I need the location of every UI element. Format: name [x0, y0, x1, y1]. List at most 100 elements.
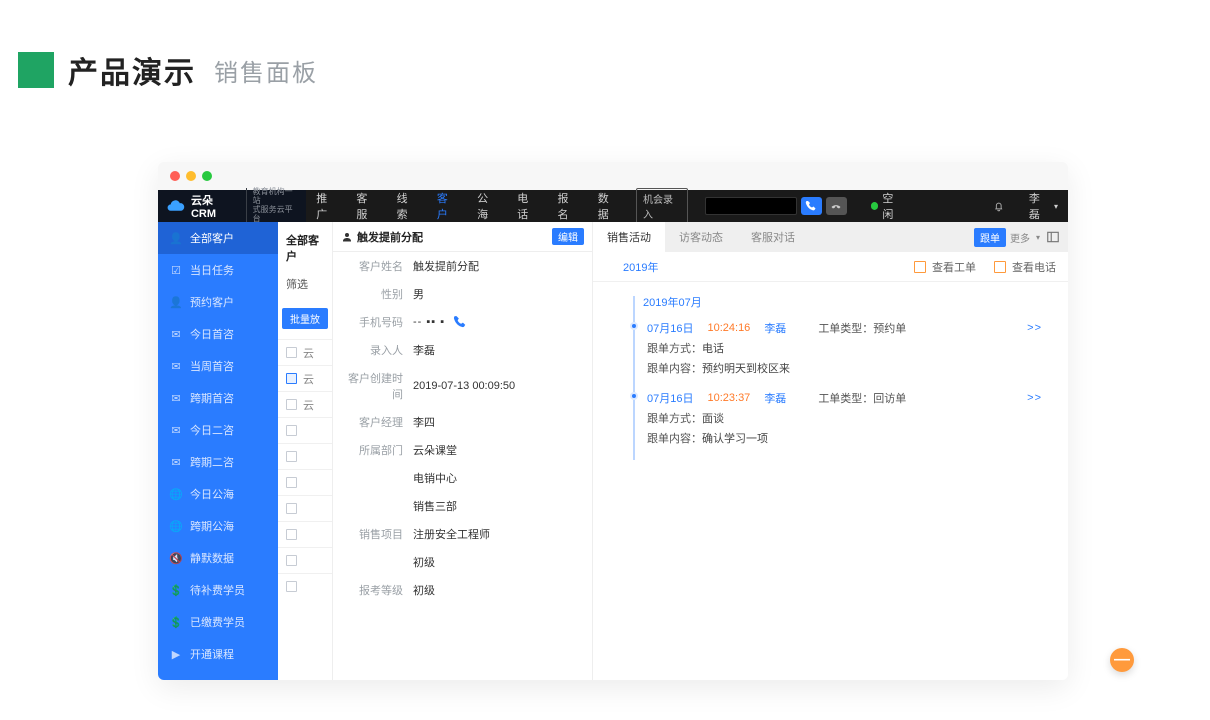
detail-title: 触发提前分配: [357, 229, 552, 245]
year-label[interactable]: 2019年: [623, 259, 658, 275]
sidebar-item-1[interactable]: ☑当日任务: [158, 254, 278, 286]
opportunity-button[interactable]: 机会录入: [636, 188, 688, 224]
timeline-dot-icon: [630, 392, 638, 400]
nav-item-0[interactable]: 推广: [306, 190, 346, 222]
list-item[interactable]: [278, 443, 332, 469]
sidebar-item-11[interactable]: 💲待补费学员: [158, 574, 278, 606]
sidebar-icon: ▶: [170, 648, 182, 660]
activity-tab-0[interactable]: 销售活动: [593, 222, 665, 252]
sidebar-item-3[interactable]: ✉今日首咨: [158, 318, 278, 350]
sidebar-item-13[interactable]: ▶开通课程: [158, 638, 278, 670]
sidebar-icon: 🔇: [170, 552, 182, 564]
crm-window: 云朵CRM 教育机构一站式服务云平台 推广客服线索客户公海电话报名数据 机会录入…: [158, 162, 1068, 680]
sidebar-item-12[interactable]: 💲已缴费学员: [158, 606, 278, 638]
sidebar-item-label: 静默数据: [190, 550, 234, 566]
current-user[interactable]: 李磊: [1029, 190, 1050, 222]
nav-item-4[interactable]: 公海: [467, 190, 507, 222]
sidebar-item-14[interactable]: 📄我的订单: [158, 670, 278, 680]
sidebar-item-label: 跨期首咨: [190, 390, 234, 406]
activity-panel: 销售活动访客动态客服对话 跟单 更多 ▾ 2019年 查看工单 查看电话: [593, 222, 1068, 680]
detail-row: 所属部门云朵课堂: [333, 436, 592, 464]
detail-label: 客户经理: [341, 414, 413, 430]
list-item[interactable]: 云: [278, 391, 332, 417]
phone-icon[interactable]: [453, 315, 467, 329]
sidebar-icon: 🌐: [170, 520, 182, 532]
sidebar-item-label: 今日公海: [190, 486, 234, 502]
sidebar-item-10[interactable]: 🔇 静默数据: [158, 542, 278, 574]
detail-label: 所属部门: [341, 442, 413, 458]
nav-item-6[interactable]: 报名: [548, 190, 588, 222]
nav-item-1[interactable]: 客服: [346, 190, 386, 222]
entry-expand[interactable]: >>: [1027, 322, 1046, 334]
sidebar-item-0[interactable]: 👤全部客户: [158, 222, 278, 254]
chevron-down-icon[interactable]: ▾: [1054, 202, 1058, 211]
list-item[interactable]: [278, 521, 332, 547]
checkbox-icon: [286, 503, 297, 514]
activity-tab-2[interactable]: 客服对话: [737, 222, 809, 252]
search-input[interactable]: [705, 197, 796, 215]
list-item[interactable]: [278, 469, 332, 495]
nav-item-2[interactable]: 线索: [387, 190, 427, 222]
call-button[interactable]: [801, 197, 822, 215]
page-header: 产品演示 销售面板: [0, 0, 1210, 92]
sidebar-icon: ✉: [170, 424, 182, 436]
entry-user[interactable]: 李磊: [764, 390, 786, 406]
list-title: 全部客户: [278, 222, 332, 270]
detail-row: 客户经理李四: [333, 408, 592, 436]
nav-item-5[interactable]: 电话: [507, 190, 547, 222]
sidebar-item-9[interactable]: 🌐跨期公海: [158, 510, 278, 542]
sidebar-item-label: 我的订单: [190, 678, 234, 680]
nav-item-3[interactable]: 客户: [427, 190, 467, 222]
timeline-dot-icon: [630, 322, 638, 330]
filter-label[interactable]: 筛选: [278, 270, 332, 298]
list-item[interactable]: [278, 417, 332, 443]
entry-user[interactable]: 李磊: [764, 320, 786, 336]
hangup-button[interactable]: [826, 197, 847, 215]
chevron-down-icon[interactable]: ▾: [1036, 233, 1040, 242]
detail-header: 触发提前分配 编辑: [333, 222, 592, 252]
more-link[interactable]: 更多: [1010, 230, 1030, 245]
bulk-release-button[interactable]: 批量放: [282, 308, 328, 329]
person-icon: [341, 231, 353, 243]
sidebar-item-7[interactable]: ✉跨期二咨: [158, 446, 278, 478]
nav-item-7[interactable]: 数据: [588, 190, 628, 222]
checkbox-icon: [286, 373, 297, 384]
view-ticket-checkbox[interactable]: 查看工单: [914, 259, 976, 275]
activity-tabs: 销售活动访客动态客服对话 跟单 更多 ▾: [593, 222, 1068, 252]
list-item[interactable]: [278, 495, 332, 521]
close-icon[interactable]: [170, 171, 180, 181]
sidebar-icon: ✉: [170, 392, 182, 404]
maximize-icon[interactable]: [202, 171, 212, 181]
follow-button[interactable]: 跟单: [974, 228, 1006, 247]
sidebar-item-8[interactable]: 🌐今日公海: [158, 478, 278, 510]
brand[interactable]: 云朵CRM 教育机构一站式服务云平台: [158, 190, 306, 222]
list-item[interactable]: 云: [278, 365, 332, 391]
expand-icon[interactable]: [1046, 230, 1060, 244]
activity-filter-row: 2019年 查看工单 查看电话: [593, 252, 1068, 282]
detail-value: 触发提前分配: [413, 258, 479, 274]
entry-expand[interactable]: >>: [1027, 392, 1046, 404]
entry-content: 跟单内容：预约明天到校区来: [647, 356, 1046, 376]
collapse-fab-button[interactable]: —: [1110, 648, 1134, 672]
edit-button[interactable]: 编辑: [552, 228, 584, 245]
list-item[interactable]: 云: [278, 339, 332, 365]
minimize-icon[interactable]: [186, 171, 196, 181]
sidebar-item-label: 当日任务: [190, 262, 234, 278]
sidebar-item-label: 当周首咨: [190, 358, 234, 374]
detail-label: 报考等级: [341, 582, 413, 598]
sidebar-item-6[interactable]: ✉今日二咨: [158, 414, 278, 446]
view-call-checkbox[interactable]: 查看电话: [994, 259, 1056, 275]
detail-row: 性别男: [333, 280, 592, 308]
bell-icon[interactable]: [993, 200, 1004, 212]
sidebar-item-2[interactable]: 👤预约客户: [158, 286, 278, 318]
detail-label: 手机号码: [341, 314, 413, 330]
checkbox-icon: [914, 261, 926, 273]
checkbox-icon: [286, 451, 297, 462]
list-item[interactable]: [278, 547, 332, 573]
sidebar-item-5[interactable]: ✉ 跨期首咨: [158, 382, 278, 414]
detail-row: 销售项目注册安全工程师: [333, 520, 592, 548]
sidebar-icon: ✉: [170, 360, 182, 372]
activity-tab-1[interactable]: 访客动态: [665, 222, 737, 252]
sidebar-item-4[interactable]: ✉ 当周首咨: [158, 350, 278, 382]
list-item[interactable]: [278, 573, 332, 599]
